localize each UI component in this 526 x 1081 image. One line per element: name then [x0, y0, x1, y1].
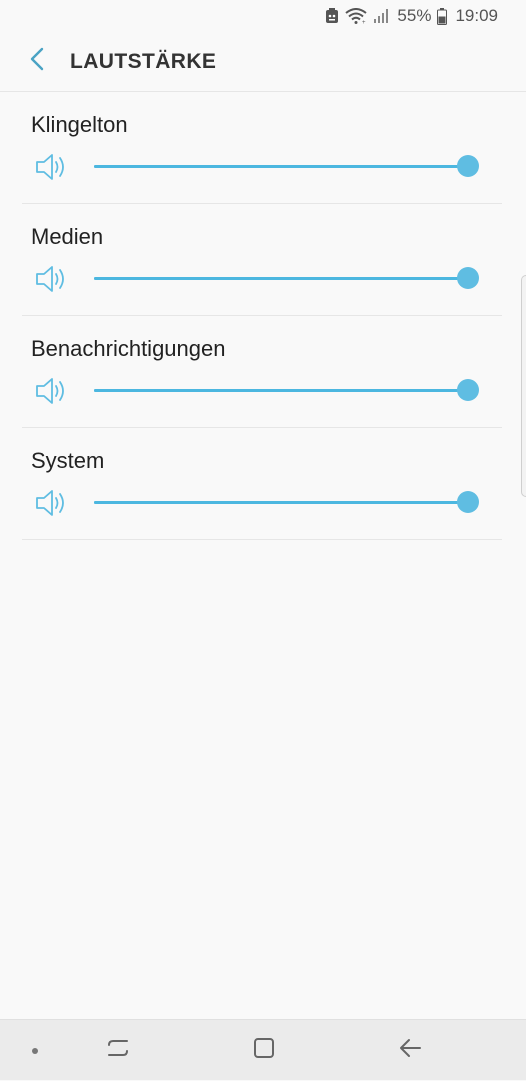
back-button[interactable]: [22, 47, 52, 77]
volume-item-benachrichtigungen: Benachrichtigungen: [22, 316, 502, 428]
svg-text:+: +: [362, 20, 366, 24]
notification-icon: [325, 8, 339, 24]
speaker-icon[interactable]: [35, 263, 69, 295]
edge-panel-handle[interactable]: [521, 275, 526, 497]
back-arrow-icon: [398, 1037, 422, 1064]
volume-slider[interactable]: [94, 491, 479, 513]
volume-label: Klingelton: [31, 112, 128, 137]
status-bar: + 55% 19:09: [0, 0, 526, 32]
speaker-icon[interactable]: [35, 375, 69, 407]
slider-fill: [94, 277, 468, 280]
app-bar: LAUTSTÄRKE: [0, 32, 526, 92]
volume-label: Medien: [31, 224, 104, 249]
signal-icon: [373, 8, 389, 24]
speaker-icon[interactable]: [35, 487, 69, 519]
clock: 19:09: [455, 6, 498, 25]
recent-apps-button[interactable]: [96, 1020, 140, 1081]
slider-fill: [94, 165, 468, 168]
volume-item-medien: Medien: [22, 204, 502, 316]
nav-bar: [0, 1019, 526, 1080]
home-button[interactable]: [242, 1020, 286, 1081]
recent-apps-icon: [106, 1037, 130, 1064]
home-icon: [253, 1037, 275, 1064]
slider-thumb[interactable]: [457, 491, 479, 513]
slider-thumb[interactable]: [457, 379, 479, 401]
chevron-left-icon: [29, 47, 45, 76]
volume-label: System: [31, 448, 105, 473]
volume-item-klingelton: Klingelton: [22, 92, 502, 204]
volume-list: Klingelton Medien Benachrichtigungen Sys…: [22, 92, 502, 540]
page-title: LAUTSTÄRKE: [70, 49, 217, 73]
volume-item-system: System: [22, 428, 502, 540]
volume-slider[interactable]: [94, 267, 479, 289]
slider-thumb[interactable]: [457, 267, 479, 289]
slider-thumb[interactable]: [457, 155, 479, 177]
wifi-icon: +: [345, 8, 368, 24]
volume-label: Benachrichtigungen: [31, 336, 226, 361]
volume-slider[interactable]: [94, 155, 479, 177]
dot-icon[interactable]: [32, 1048, 38, 1054]
battery-percent: 55%: [397, 6, 432, 25]
volume-slider[interactable]: [94, 379, 479, 401]
slider-fill: [94, 389, 468, 392]
slider-fill: [94, 501, 468, 504]
back-nav-button[interactable]: [388, 1020, 432, 1081]
speaker-icon[interactable]: [35, 151, 69, 183]
battery-icon: [437, 7, 448, 25]
